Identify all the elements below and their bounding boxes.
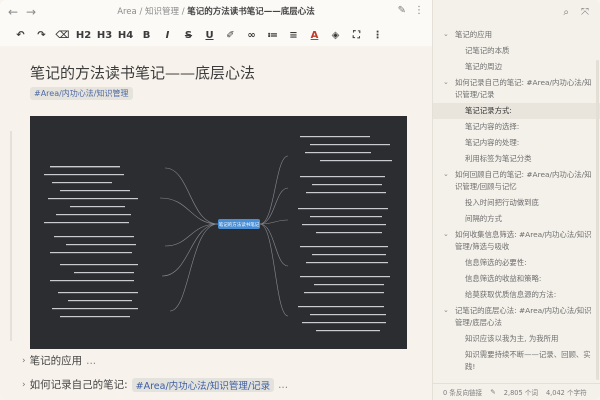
editor-gutter bbox=[10, 131, 12, 341]
outline-item-label: 笔记的应用 bbox=[455, 30, 492, 39]
h4-button[interactable]: H4 bbox=[115, 25, 136, 45]
mindmap-center-label: 笔记的方法读书笔记 bbox=[219, 221, 260, 228]
outline-item[interactable]: 知识需要持续不断——记录、回顾、实践! bbox=[433, 347, 600, 375]
editor-area[interactable]: 笔记的方法读书笔记——底层心法 #Area/内功心法/知识管理 笔记的方法读书笔… bbox=[0, 46, 432, 400]
outline-scrollbar[interactable] bbox=[596, 60, 599, 380]
outline-item-label: 间隔的方式 bbox=[465, 214, 502, 223]
outline-chevron-icon[interactable]: ⌄ bbox=[443, 168, 449, 180]
h3-button[interactable]: H3 bbox=[94, 25, 115, 45]
outline-item[interactable]: ⌄ 如何记录自己的笔记: #Area/内功心法/知识管理/记录 bbox=[433, 75, 600, 103]
outline-item[interactable]: 笔记内容的处理: bbox=[433, 135, 600, 151]
section-ellipsis: ... bbox=[86, 354, 97, 367]
outline-item[interactable]: 给莫获取优质信息源的方法: bbox=[433, 287, 600, 303]
outline-item[interactable]: 知识应该以我为主, 为我所用 bbox=[433, 331, 600, 347]
outline-item[interactable]: 笔记内容的选择: bbox=[433, 119, 600, 135]
outline-item-label: 如何收集信息筛选: #Area/内功心法/知识管理/筛选与吸收 bbox=[455, 230, 592, 251]
align-icon[interactable]: ≡ bbox=[283, 25, 304, 45]
collapse-chevron-icon[interactable]: › bbox=[22, 356, 26, 366]
outline-item-label: 信息筛选的收益和策略: bbox=[465, 274, 542, 283]
outline-item[interactable]: 投入时间把行动做到底 bbox=[433, 195, 600, 211]
breadcrumb-path[interactable]: Area / 知识管理 / bbox=[117, 7, 184, 17]
section-apply[interactable]: › 笔记的应用 ... bbox=[22, 353, 96, 368]
outline-item[interactable]: 信息筛选的必要性: bbox=[433, 255, 600, 271]
outline-item[interactable]: 笔记的周边 bbox=[433, 59, 600, 75]
outline-item-label: 笔记记录方式: bbox=[465, 106, 512, 115]
pen-icon[interactable]: ✐ bbox=[220, 25, 241, 45]
section-ellipsis: ... bbox=[278, 378, 289, 391]
titlebar-actions: ✎ ⋮ bbox=[398, 5, 424, 16]
italic-button[interactable]: I bbox=[157, 25, 178, 45]
doc-tag[interactable]: #Area/内功心法/知识管理 bbox=[30, 87, 133, 100]
breadcrumb-current[interactable]: 笔记的方法读书笔记——底层心法 bbox=[187, 7, 315, 17]
outline-item[interactable]: 利用标签为笔记分类 bbox=[433, 151, 600, 167]
breadcrumb: Area / 知识管理 / 笔记的方法读书笔记——底层心法 bbox=[0, 0, 432, 24]
outline-item-label: 笔记的周边 bbox=[465, 62, 502, 71]
outline-item-label: 笔记内容的选择: bbox=[465, 122, 520, 131]
outline-list: ⌄ 笔记的应用记笔记的本质 笔记的周边 ⌄ 如何记录自己的笔记: #Area/内功心法/… bbox=[433, 27, 600, 375]
outline-item[interactable]: 记笔记的本质 bbox=[433, 43, 600, 59]
outline-item[interactable]: 笔记记录方式: bbox=[433, 103, 600, 119]
search-icon[interactable]: ⌕ bbox=[563, 7, 569, 18]
section-label: 笔记的应用 bbox=[29, 355, 83, 367]
outline-item-label: 知识应该以我为主, 为我所用 bbox=[465, 334, 559, 343]
status-bar: 0 条反向链接 ✎ 2,805 个词 4,042 个字符 bbox=[433, 383, 600, 400]
strikethrough-button[interactable]: S bbox=[178, 25, 199, 45]
more-options-icon[interactable]: ⋮ bbox=[414, 5, 424, 16]
section-tag[interactable]: #Area/内功心法/知识管理/记录 bbox=[131, 377, 275, 392]
outline-item-label: 投入时间把行动做到底 bbox=[465, 198, 539, 207]
eraser-icon[interactable]: ⌫ bbox=[52, 25, 73, 45]
bold-button[interactable]: B bbox=[136, 25, 157, 45]
outline-item-label: 给莫获取优质信息源的方法: bbox=[465, 290, 557, 299]
outline-chevron-icon[interactable]: ⌄ bbox=[443, 76, 449, 88]
outline-chevron-icon[interactable]: ⌄ bbox=[443, 228, 449, 240]
mindmap-svg: 笔记的方法读书笔记 bbox=[44, 136, 392, 332]
outline-header: ⌕ ⤧ bbox=[433, 0, 600, 24]
char-count: 4,042 个字符 bbox=[545, 389, 587, 397]
formatting-toolbar: ↶ ↷ ⌫ H2 H3 H4 B I S U ✐ ∞ ≔ ≡ A ◈ ⛶ ⋮ bbox=[10, 24, 430, 46]
outline-item[interactable]: ⌄ 记笔记的底层心法: #Area/内功心法/知识管理/底层心法 bbox=[433, 303, 600, 331]
outline-item[interactable]: ⌄ 如何收集信息筛选: #Area/内功心法/知识管理/筛选与吸收 bbox=[433, 227, 600, 255]
outline-chevron-icon[interactable]: ⌄ bbox=[443, 304, 449, 316]
word-count: 2,805 个词 bbox=[503, 389, 538, 397]
collapse-all-icon[interactable]: ⤧ bbox=[581, 7, 589, 18]
underline-button[interactable]: U bbox=[199, 25, 220, 45]
collapse-chevron-icon[interactable]: › bbox=[22, 380, 26, 390]
list-icon[interactable]: ≔ bbox=[262, 25, 283, 45]
outline-panel: ⌕ ⤧ ⌄ 笔记的应用记笔记的本质 笔记的周边 ⌄ 如何记录自己的笔记: #Area/内… bbox=[432, 0, 600, 400]
app-window: ← → Area / 知识管理 / 笔记的方法读书笔记——底层心法 ✎ ⋮ ↶ … bbox=[0, 0, 600, 400]
edit-mode-icon[interactable]: ✎ bbox=[398, 5, 406, 16]
outline-item-label: 记笔记的本质 bbox=[465, 46, 510, 55]
outline-item-label: 知识需要持续不断——记录、回顾、实践! bbox=[465, 350, 591, 371]
outline-item-label: 信息筛选的必要性: bbox=[465, 258, 527, 267]
backlinks-count[interactable]: 0 条反向链接 bbox=[443, 387, 482, 397]
link-icon[interactable]: ∞ bbox=[241, 25, 262, 45]
outline-item-label: 记笔记的底层心法: #Area/内功心法/知识管理/底层心法 bbox=[455, 306, 592, 327]
outline-item[interactable]: 信息筛选的收益和策略: bbox=[433, 271, 600, 287]
undo-icon[interactable]: ↶ bbox=[10, 25, 31, 45]
highlight-icon[interactable]: ◈ bbox=[325, 25, 346, 45]
more-icon[interactable]: ⋮ bbox=[367, 25, 388, 45]
page-title: 笔记的方法读书笔记——底层心法 bbox=[30, 64, 256, 82]
outline-item-label: 笔记内容的处理: bbox=[465, 138, 520, 147]
section-label: 如何记录自己的笔记: bbox=[29, 379, 128, 391]
h2-button[interactable]: H2 bbox=[73, 25, 94, 45]
title-bar: ← → Area / 知识管理 / 笔记的方法读书笔记——底层心法 ✎ ⋮ bbox=[0, 0, 432, 24]
outline-item[interactable]: ⌄ 如何回顾自己的笔记: #Area/内功心法/知识管理/回顾与记忆 bbox=[433, 167, 600, 195]
outline-item[interactable]: ⌄ 笔记的应用 bbox=[433, 27, 600, 43]
outline-item-label: 如何记录自己的笔记: #Area/内功心法/知识管理/记录 bbox=[455, 78, 592, 99]
outline-chevron-icon[interactable]: ⌄ bbox=[443, 28, 449, 40]
outline-item-label: 如何回顾自己的笔记: #Area/内功心法/知识管理/回顾与记忆 bbox=[455, 170, 592, 191]
mindmap-image[interactable]: 笔记的方法读书笔记 bbox=[30, 116, 407, 349]
edit-icon[interactable]: ✎ bbox=[490, 388, 496, 396]
outline-item-label: 利用标签为笔记分类 bbox=[465, 154, 532, 163]
expand-icon[interactable]: ⛶ bbox=[346, 25, 367, 45]
font-color-button[interactable]: A bbox=[304, 25, 325, 45]
redo-icon[interactable]: ↷ bbox=[31, 25, 52, 45]
section-record[interactable]: › 如何记录自己的笔记: #Area/内功心法/知识管理/记录 ... bbox=[22, 377, 288, 392]
outline-item[interactable]: 间隔的方式 bbox=[433, 211, 600, 227]
